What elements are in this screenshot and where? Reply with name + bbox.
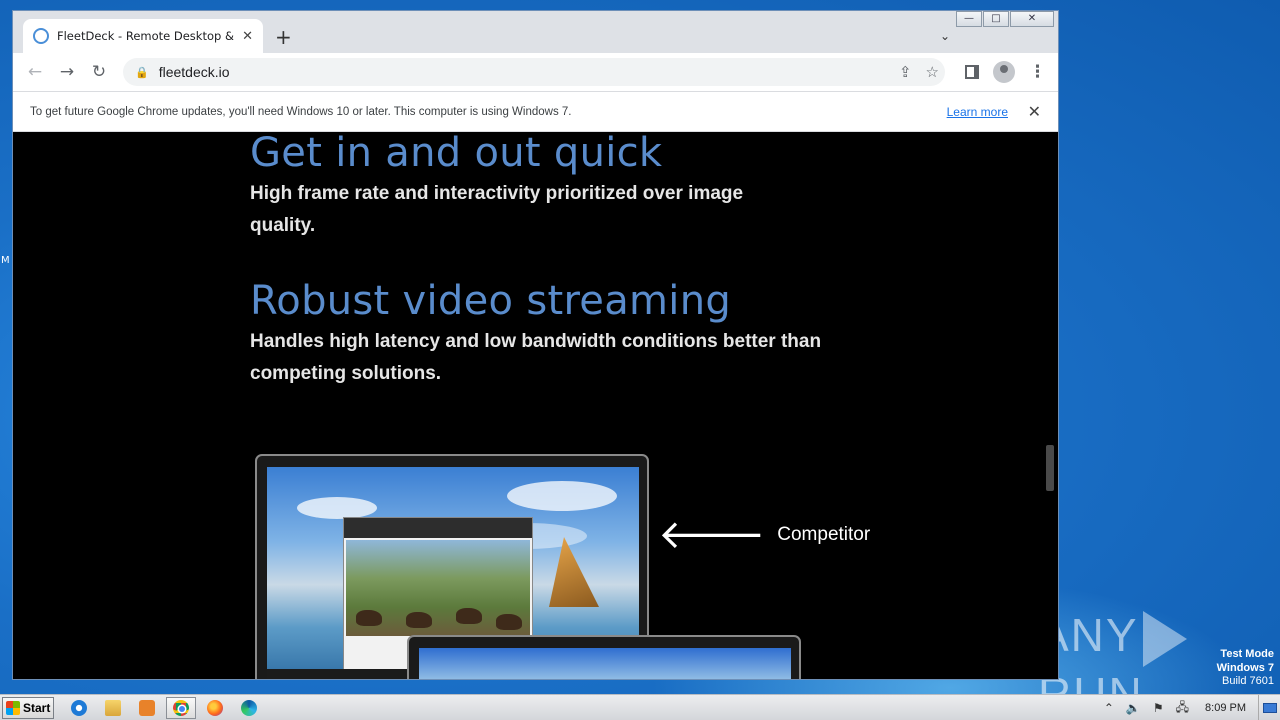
fleetdeck-screen — [419, 648, 791, 679]
play-icon — [1142, 610, 1187, 667]
minimize-button[interactable]: — — [956, 11, 982, 27]
start-button[interactable]: Start — [2, 697, 54, 719]
competitor-label: Competitor — [777, 524, 871, 545]
system-tray: ⌃ 🔈 ⚑ 🖧 8:09 PM — [1098, 695, 1280, 720]
heading-robust-video: Robust video streaming — [250, 278, 732, 324]
forward-arrow-icon[interactable]: → — [51, 62, 83, 82]
clock[interactable]: 8:09 PM — [1205, 702, 1246, 714]
omnibox-actions: ⇪ ☆ — [899, 63, 939, 81]
cloud-shape — [297, 497, 377, 519]
test-mode-label: Test Mode Windows 7 Build 7601 — [1217, 648, 1274, 689]
back-arrow-icon[interactable]: ← — [19, 62, 51, 82]
bison-shape — [456, 608, 482, 624]
tab-close-icon[interactable]: ✕ — [242, 29, 253, 44]
learn-more-link[interactable]: Learn more — [947, 105, 1008, 119]
infobar-message: To get future Google Chrome updates, you… — [30, 105, 572, 118]
desktop-edge-text: M — [1, 255, 10, 266]
infobar-close-icon[interactable]: ✕ — [1028, 102, 1041, 121]
os-name-line: Windows 7 — [1216, 661, 1274, 674]
taskbar-media-player[interactable] — [132, 697, 162, 719]
chrome-window: FleetDeck - Remote Desktop & Virtua ✕ + … — [12, 10, 1059, 680]
url-text[interactable]: fleetdeck.io — [159, 64, 230, 80]
maximize-button[interactable]: □ — [983, 11, 1009, 27]
test-mode-line: Test Mode — [1220, 648, 1274, 660]
address-bar[interactable]: 🔒 fleetdeck.io ⇪ ☆ — [123, 58, 945, 86]
action-center-flag-icon[interactable]: ⚑ — [1153, 701, 1164, 715]
tab-strip: FleetDeck - Remote Desktop & Virtua ✕ + … — [13, 11, 1058, 53]
media-player-icon — [139, 700, 155, 716]
rock-formation — [549, 537, 599, 607]
update-infobar: To get future Google Chrome updates, you… — [13, 91, 1058, 132]
menu-kebab-icon[interactable]: ⋮ — [1029, 62, 1046, 82]
paragraph-frame-rate: High frame rate and interactivity priori… — [250, 183, 744, 236]
side-panel-icon[interactable] — [965, 65, 979, 79]
bison-photo — [346, 540, 530, 636]
tab-title: FleetDeck - Remote Desktop & Virtua — [57, 29, 236, 43]
fleetdeck-laptop-image — [407, 635, 801, 679]
new-tab-button[interactable]: + — [275, 25, 292, 49]
inner-browser-bar — [344, 518, 532, 538]
bison-shape — [356, 610, 382, 626]
desktop-preview-icon — [1262, 703, 1277, 713]
close-window-button[interactable]: ✕ — [1010, 11, 1054, 27]
scrollbar-thumb[interactable] — [1046, 445, 1054, 491]
tab-fleetdeck[interactable]: FleetDeck - Remote Desktop & Virtua ✕ — [23, 19, 263, 53]
bison-shape — [406, 612, 432, 628]
cloud-shape — [507, 481, 617, 511]
fleetdeck-favicon-icon — [33, 28, 49, 44]
competitor-callout: 🡐 Competitor — [658, 515, 870, 555]
heading-get-in-out: Get in and out quick — [250, 132, 663, 176]
internet-explorer-icon — [71, 700, 87, 716]
network-icon[interactable]: 🖧 — [1176, 698, 1189, 719]
firefox-icon — [207, 700, 223, 716]
chrome-icon — [173, 700, 189, 716]
edge-icon — [241, 700, 257, 716]
taskbar-internet-explorer[interactable] — [64, 697, 94, 719]
page-content: Get in and out quick High frame rate and… — [13, 132, 1058, 679]
show-hidden-icons-chevron-icon[interactable]: ⌃ — [1104, 701, 1114, 715]
bison-shape — [496, 614, 522, 630]
window-controls: — □ ✕ — [955, 11, 1054, 27]
taskbar-edge[interactable] — [234, 697, 264, 719]
show-desktop-button[interactable] — [1258, 695, 1280, 720]
tab-search-chevron-icon[interactable]: ⌄ — [940, 29, 950, 43]
paragraph-latency: Handles high latency and low bandwidth c… — [250, 331, 822, 384]
share-icon[interactable]: ⇪ — [899, 63, 912, 81]
volume-icon[interactable]: 🔈 — [1126, 701, 1141, 715]
left-arrow-icon: 🡐 — [658, 512, 766, 558]
windows-taskbar: Start ⌃ 🔈 ⚑ 🖧 8:09 PM — [0, 694, 1280, 720]
build-line: Build 7601 — [1222, 675, 1274, 687]
windows-logo-icon — [6, 701, 20, 715]
bookmark-star-icon[interactable]: ☆ — [926, 63, 939, 81]
start-label: Start — [23, 701, 51, 715]
taskbar-firefox[interactable] — [200, 697, 230, 719]
reload-icon[interactable]: ↻ — [83, 62, 115, 82]
taskbar-file-explorer[interactable] — [98, 697, 128, 719]
profile-avatar-icon[interactable] — [993, 61, 1015, 83]
browser-toolbar: ← → ↻ 🔒 fleetdeck.io ⇪ ☆ ⋮ — [13, 53, 1058, 91]
folder-icon — [105, 700, 121, 716]
toolbar-right: ⋮ — [965, 61, 1046, 83]
taskbar-chrome[interactable] — [166, 697, 196, 719]
lock-icon[interactable]: 🔒 — [135, 66, 149, 79]
